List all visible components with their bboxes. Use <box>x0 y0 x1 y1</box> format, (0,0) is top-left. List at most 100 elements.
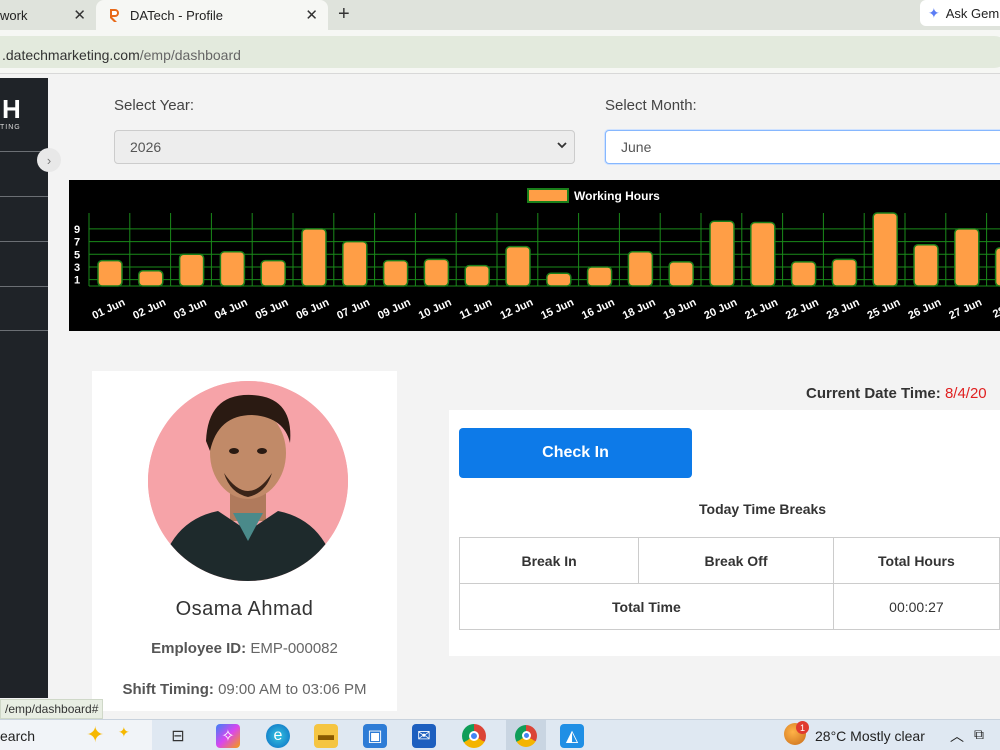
chart-bar <box>913 243 939 287</box>
close-icon[interactable]: ✕ <box>305 6 318 24</box>
task-view-icon[interactable]: ⊟ <box>166 724 190 748</box>
chevron-up-icon[interactable]: ︿ <box>950 726 964 746</box>
x-tick-label: 15 Jun <box>539 296 576 322</box>
chart-bar <box>342 240 368 287</box>
browser-tab-bar: work ✕ DATech - Profile ✕ + ✦ Ask Gem <box>0 0 1000 30</box>
shift-timing-value: 09:00 AM to 03:06 PM <box>218 681 367 698</box>
chart-bar <box>423 258 450 287</box>
edge-icon[interactable]: e <box>266 724 290 748</box>
sidebar-divider <box>0 330 48 331</box>
x-tick-label: 03 Jun <box>172 296 209 322</box>
x-tick-label: 04 Jun <box>213 296 250 322</box>
chart-bar <box>831 258 858 287</box>
y-tick-label: 1 <box>74 275 80 287</box>
chart-bar <box>505 245 531 287</box>
x-tick-label: 20 Jun <box>702 296 739 322</box>
search-label: earch <box>0 727 36 744</box>
ask-gemini-label: Ask Gem <box>945 5 1000 21</box>
chart-bar <box>260 259 286 287</box>
employee-id-label: Employee ID: <box>151 640 247 657</box>
x-tick-label: 21 Jun <box>743 296 780 322</box>
link-status-bar: /emp/dashboard# <box>0 699 104 719</box>
datech-favicon-icon <box>108 9 119 22</box>
x-tick-label: 22 Jun <box>784 296 821 322</box>
x-tick-label: 06 Jun <box>294 296 331 322</box>
month-select[interactable]: June <box>605 130 1000 164</box>
sparkle-icon: ✦ <box>118 724 130 740</box>
legend-swatch <box>527 188 569 203</box>
file-explorer-icon[interactable]: ▬ <box>314 724 338 748</box>
shift-timing: Shift Timing: 09:00 AM to 03:06 PM <box>92 681 397 698</box>
current-date-time-value: 8/4/20 <box>944 385 987 402</box>
notification-badge: 1 <box>796 721 809 734</box>
profile-photo <box>148 381 348 581</box>
chart-bar <box>872 212 898 287</box>
chevron-down-icon <box>556 139 568 154</box>
legend-label: Working Hours <box>574 189 660 203</box>
x-tick-label: 27 Jun <box>947 296 984 322</box>
logo: H <box>2 94 21 124</box>
chart-bar <box>464 264 490 287</box>
shift-timing-label: Shift Timing: <box>122 681 214 698</box>
x-tick-label: 01 Jun <box>90 296 127 322</box>
ask-gemini-button[interactable]: ✦ Ask Gem <box>920 0 1000 26</box>
address-bar: .datechmarketing.com/emp/dashboard <box>0 30 1000 74</box>
x-tick-label: 25 Jun <box>866 296 903 322</box>
year-select[interactable]: 2026 <box>114 130 575 164</box>
tab-title: DATech - Profile <box>130 7 223 23</box>
chrome-active-icon[interactable] <box>506 720 546 750</box>
weather-temp: 28°C <box>815 728 847 744</box>
windows-taskbar: earch ✦ ✦ ⊟ ✧ e ▬ ▣ ✉ ◭ 1 28°C Mostly cl… <box>0 719 1000 750</box>
year-label: Select Year: <box>114 97 195 114</box>
check-in-button[interactable]: Check In <box>459 428 692 478</box>
gemini-icon: ✦ <box>928 4 940 21</box>
chart-bar <box>178 253 205 287</box>
sidebar: H TING <box>0 78 48 698</box>
chrome-icon[interactable] <box>462 724 486 748</box>
url-domain: .datechmarketing.com <box>2 47 140 63</box>
y-tick-label: 5 <box>74 249 80 261</box>
x-tick-label: 26 Jun <box>906 296 943 322</box>
column-header-total-hours: Total Hours <box>832 537 1000 584</box>
outlook-icon[interactable]: ✉ <box>412 724 436 748</box>
browser-tab-work[interactable]: work ✕ <box>0 0 96 30</box>
x-tick-label: 07 Jun <box>335 296 372 322</box>
store-icon[interactable]: ▣ <box>363 724 387 748</box>
current-date-time: Current Date Time: 8/4/20 <box>806 385 987 402</box>
chart-bar <box>97 259 123 287</box>
table-header-row: Break In Break Off Total Hours <box>458 537 1000 584</box>
working-hours-chart-svg: 13579 01 Jun 02 Jun 03 Jun 04 Jun 05 Jun 06 Ju… <box>74 188 1000 322</box>
y-tick-label: 3 <box>74 262 80 274</box>
chart-bar <box>219 250 246 287</box>
close-icon[interactable]: ✕ <box>73 6 86 24</box>
tab-title: work <box>0 7 28 23</box>
weather-text[interactable]: 28°C Mostly clear <box>815 728 925 744</box>
table-row: Total Time 00:00:27 <box>459 583 1000 630</box>
browser-tab-profile[interactable]: DATech - Profile ✕ <box>96 0 328 30</box>
chart-bar <box>627 250 654 287</box>
sidebar-toggle-button[interactable]: › <box>37 148 61 172</box>
working-hours-chart: 1 3 5 7 9 01 Jun 02 Jun 03 Jun 04 Jun 05 Jun 06 Ju… <box>69 180 1000 331</box>
copilot-icon[interactable]: ✧ <box>216 724 240 748</box>
x-tick-label: 10 Jun <box>417 296 454 322</box>
chart-bar <box>668 261 694 287</box>
chart-bar <box>546 272 572 287</box>
x-tick-label: 12 Jun <box>498 296 535 322</box>
url-text[interactable]: .datechmarketing.com/emp/dashboard <box>2 47 241 63</box>
copilot-sparkle-icon: ✦ <box>86 722 105 747</box>
year-value: 2026 <box>130 139 162 155</box>
chart-bar <box>301 228 327 287</box>
photos-icon[interactable]: ◭ <box>560 724 584 748</box>
y-tick-label: 9 <box>74 224 80 236</box>
x-tick-label: 16 Jun <box>580 296 617 322</box>
sidebar-divider <box>0 286 48 287</box>
employee-id-value: EMP-000082 <box>250 640 338 657</box>
taskbar-search[interactable]: earch ✦ ✦ <box>0 720 152 750</box>
employee-name: Osama Ahmad <box>175 598 314 620</box>
new-tab-button[interactable]: + <box>338 3 350 26</box>
x-tick-label: 02 Jun <box>131 296 168 322</box>
month-value: June <box>621 139 652 155</box>
column-header-break-in: Break In <box>458 537 640 584</box>
network-icon[interactable]: ⧉ <box>974 726 984 743</box>
chart-bar <box>138 270 164 287</box>
